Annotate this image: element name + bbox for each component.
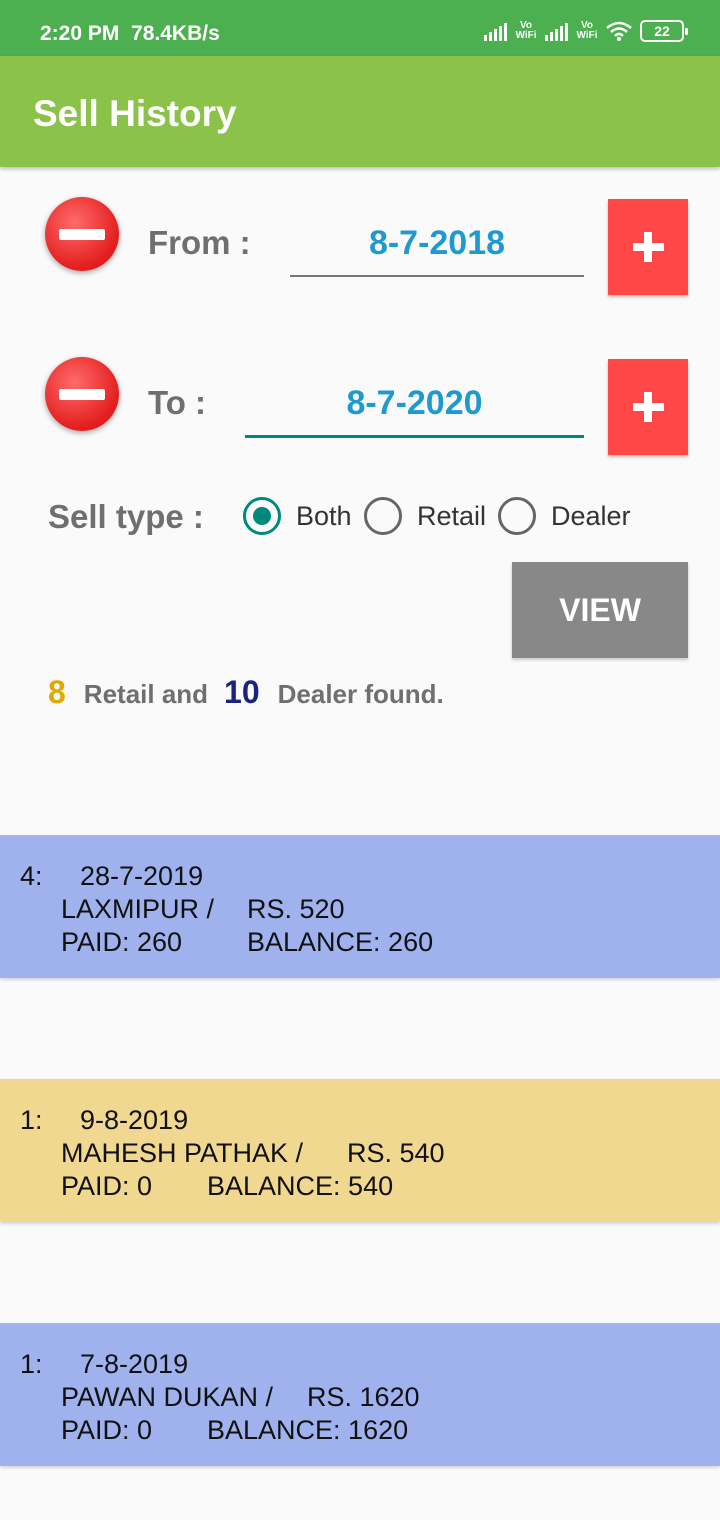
- status-icons: Vo WiFi Vo WiFi 22: [484, 20, 688, 42]
- radio-unchecked-icon: [364, 497, 402, 535]
- record-card[interactable]: 1: 7-8-2019 PAWAN DUKAN / RS. 1620 PAID:…: [0, 1323, 720, 1466]
- to-decrement-button[interactable]: [45, 357, 119, 431]
- signal-icon: [484, 21, 507, 41]
- radio-unchecked-icon: [498, 497, 536, 535]
- wifi-icon: [606, 21, 632, 41]
- signal-icon: [545, 21, 568, 41]
- record-balance: BALANCE: 260: [247, 927, 434, 957]
- dealer-text: Dealer found.: [277, 679, 444, 709]
- record-index: 1:: [20, 1105, 43, 1135]
- record-name: MAHESH PATHAK /: [61, 1138, 304, 1168]
- battery-icon: 22: [640, 20, 688, 42]
- status-time: 2:20 PM 78.4KB/s: [40, 22, 220, 45]
- record-card[interactable]: 1: 9-8-2019 MAHESH PATHAK / RS. 540 PAID…: [0, 1079, 720, 1222]
- to-label: To :: [148, 384, 207, 421]
- from-increment-button[interactable]: [608, 199, 688, 295]
- record-date: 9-8-2019: [80, 1105, 189, 1135]
- record-amount: RS. 520: [247, 894, 345, 924]
- page-title: Sell History: [33, 93, 237, 134]
- from-decrement-button[interactable]: [45, 197, 119, 271]
- record-date: 28-7-2019: [80, 861, 204, 891]
- record-amount: RS. 1620: [307, 1382, 420, 1412]
- app-bar: Sell History: [0, 56, 720, 167]
- record-paid: PAID: 0: [61, 1171, 153, 1201]
- record-balance: BALANCE: 540: [207, 1171, 394, 1201]
- status-bar: 2:20 PM 78.4KB/s Vo WiFi Vo WiFi 22: [0, 0, 720, 56]
- from-date-field[interactable]: 8-7-2018: [290, 224, 584, 277]
- record-index: 4:: [20, 861, 43, 891]
- record-paid: PAID: 260: [61, 927, 183, 957]
- retail-text: Retail and: [83, 679, 209, 709]
- record-name: LAXMIPUR /: [61, 894, 215, 924]
- record-amount: RS. 540: [347, 1138, 445, 1168]
- record-card[interactable]: 4: 28-7-2019 LAXMIPUR / RS. 520 PAID: 26…: [0, 835, 720, 978]
- from-label: From :: [148, 224, 251, 261]
- record-paid: PAID: 0: [61, 1415, 153, 1445]
- radio-retail[interactable]: Retail: [364, 497, 486, 535]
- dealer-count: 10: [224, 674, 260, 710]
- retail-count: 8: [48, 674, 66, 710]
- vowifi-icon: Vo WiFi: [515, 20, 537, 41]
- record-date: 7-8-2019: [80, 1349, 189, 1379]
- record-index: 1:: [20, 1349, 43, 1379]
- sell-type-label: Sell type :: [48, 498, 204, 535]
- radio-dealer-label: Dealer: [551, 500, 631, 531]
- results-summary: 8 Retail and 10 Dealer found.: [48, 674, 460, 711]
- radio-retail-label: Retail: [417, 500, 487, 531]
- view-button[interactable]: VIEW: [512, 562, 688, 658]
- radio-dealer[interactable]: Dealer: [498, 497, 631, 535]
- record-name: PAWAN DUKAN /: [61, 1382, 274, 1412]
- radio-both[interactable]: Both: [243, 497, 352, 535]
- to-increment-button[interactable]: [608, 359, 688, 455]
- vowifi-icon: Vo WiFi: [576, 20, 598, 41]
- to-date-field[interactable]: 8-7-2020: [245, 384, 584, 438]
- radio-checked-icon: [243, 497, 281, 535]
- record-balance: BALANCE: 1620: [207, 1415, 409, 1445]
- radio-both-label: Both: [296, 500, 352, 531]
